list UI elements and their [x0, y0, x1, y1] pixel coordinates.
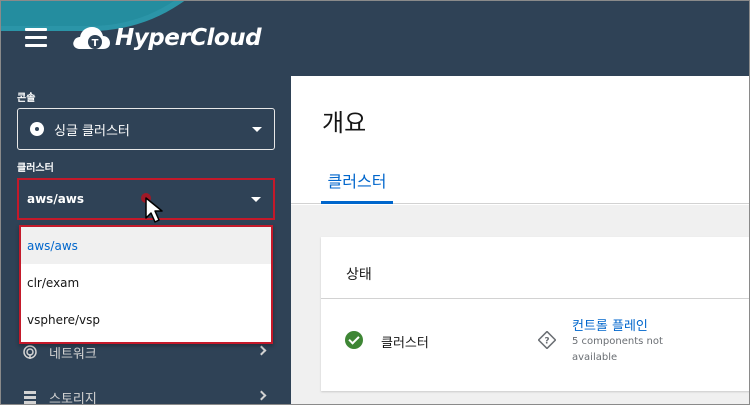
console-select[interactable]: 싱글 클러스터: [17, 108, 275, 150]
cluster-status-label: 클러스터: [381, 336, 429, 351]
cluster-option-clr[interactable]: clr/exam: [21, 264, 271, 301]
chevron-right-icon: [256, 390, 267, 401]
cluster-option-vsphere[interactable]: vsphere/vsp: [21, 301, 271, 338]
control-plane-status-text: 5 components not available: [572, 336, 663, 363]
mouse-pointer-icon: [145, 197, 163, 223]
sidebar-item-label: 네트워크: [49, 346, 97, 362]
main-content: 개요 클러스터 상태 클러스터 ? 컨트롤 플레인 5 components n…: [291, 76, 749, 404]
sidebar-item-storage[interactable]: 스토리지: [1, 381, 291, 405]
overview-body: 상태 클러스터 ? 컨트롤 플레인 5 components not avail…: [291, 205, 749, 404]
cluster-dropdown-menu: aws/aws clr/exam vsphere/vsp: [19, 225, 273, 344]
svg-text:?: ?: [544, 337, 549, 347]
tab-cluster[interactable]: 클러스터: [321, 168, 393, 204]
caret-down-icon: [252, 127, 262, 132]
masthead: T HyperCloud: [1, 1, 749, 76]
status-card: 상태 클러스터 ? 컨트롤 플레인 5 components not avail…: [321, 237, 749, 391]
unknown-status-icon: ?: [538, 331, 556, 349]
tab-bar: 클러스터: [291, 164, 749, 204]
cluster-label: 클러스터: [17, 163, 54, 174]
sidebar-item-label: 스토리지: [49, 391, 97, 405]
brand-name: HyperCloud: [115, 25, 262, 51]
chevron-right-icon: [256, 345, 267, 356]
caret-down-icon: [251, 197, 261, 202]
network-icon: [23, 345, 37, 359]
sidebar: 콘솔 싱글 클러스터 클러스터 aws/aws 네트워크 스토리지 aws/aw…: [1, 76, 291, 405]
cluster-option-aws[interactable]: aws/aws: [21, 227, 271, 264]
brand-logo[interactable]: T HyperCloud: [72, 21, 262, 55]
logo-letter: T: [92, 38, 99, 49]
check-circle-icon: [345, 331, 363, 349]
divider: [321, 298, 749, 299]
app-window: T HyperCloud 콘솔 싱글 클러스터 클러스터 aws/aws 네트워…: [0, 0, 750, 405]
page-title: 개요: [322, 109, 367, 137]
storage-icon: [23, 390, 37, 404]
console-label: 콘솔: [17, 93, 36, 104]
cluster-select-value: aws/aws: [27, 192, 85, 206]
control-plane-link[interactable]: 컨트롤 플레인: [572, 315, 648, 334]
status-card-title: 상태: [346, 267, 372, 283]
hamburger-menu-icon[interactable]: [25, 28, 47, 48]
cloud-logo-icon: T: [73, 27, 110, 49]
single-cluster-icon: [30, 122, 44, 136]
console-select-value: 싱글 클러스터: [54, 123, 130, 139]
